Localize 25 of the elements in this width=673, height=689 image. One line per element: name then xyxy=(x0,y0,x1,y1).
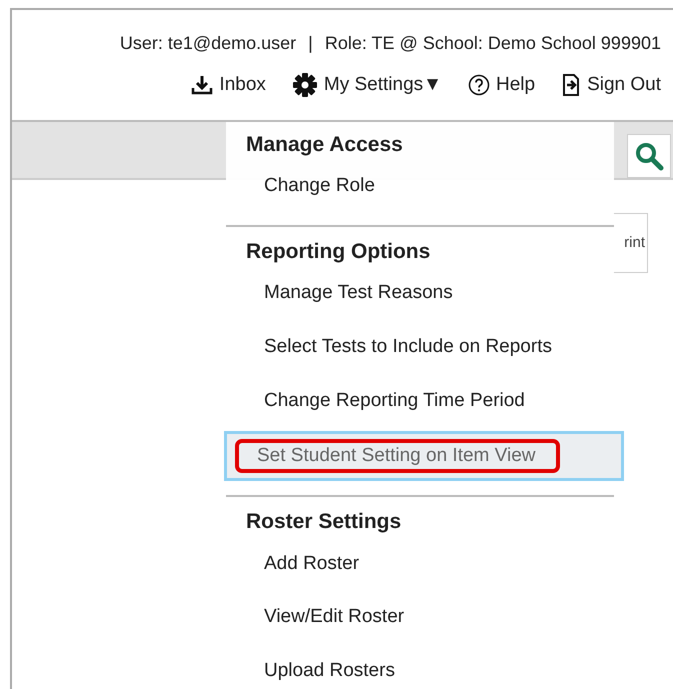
menu-section-heading: Roster Settings xyxy=(245,509,402,535)
menu-item[interactable]: Change Role xyxy=(226,162,614,211)
menu-section-heading: Manage Access xyxy=(245,132,404,158)
signout-link[interactable]: Sign Out xyxy=(561,71,661,100)
help-icon xyxy=(468,74,490,96)
settings-icon xyxy=(292,72,318,98)
help-link[interactable]: Help xyxy=(468,71,536,100)
menu-section-heading: Reporting Options xyxy=(245,238,432,264)
search-icon xyxy=(634,141,664,171)
search-button[interactable] xyxy=(627,134,671,178)
user-label: User: te1@demo.user xyxy=(120,32,296,55)
inbox-link[interactable]: Inbox xyxy=(191,71,266,100)
menu-item[interactable]: Select Tests to Include on Reports xyxy=(226,322,614,372)
download-icon xyxy=(191,75,214,96)
print-button[interactable]: rint xyxy=(612,213,648,273)
role-label: Role: TE @ School: Demo School 999901 xyxy=(324,32,661,55)
sign-out-icon xyxy=(561,73,582,98)
menu-item[interactable]: Set Student Setting on Item View xyxy=(224,430,624,482)
menu-item[interactable]: View/Edit Roster xyxy=(226,593,614,642)
my-settings-link[interactable]: My Settings▼ xyxy=(292,71,442,100)
menu-item[interactable]: Change Reporting Time Period xyxy=(226,376,614,426)
menu-item[interactable]: Add Roster xyxy=(226,540,614,588)
menu-item[interactable]: Manage Test Reasons xyxy=(226,269,614,318)
menu-item[interactable]: Upload Rosters xyxy=(226,647,614,689)
separator: | xyxy=(308,32,313,55)
